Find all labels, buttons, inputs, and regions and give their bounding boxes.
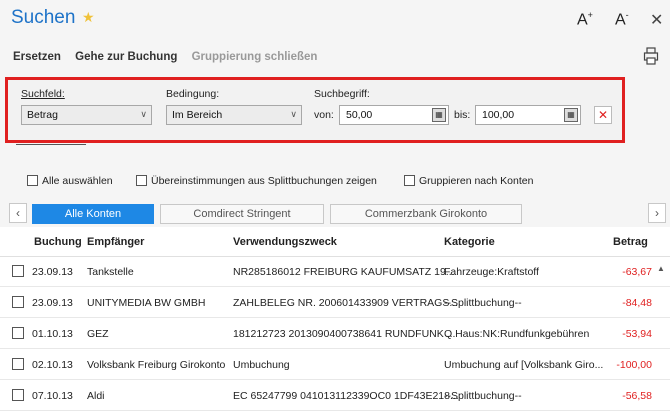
goto-booking-button[interactable]: Gehe zur Buchung [75, 51, 177, 63]
cell-amount: -53,94 [622, 328, 652, 340]
chevron-down-icon: ∨ [140, 109, 147, 119]
table-row[interactable]: 01.10.13 GEZ 181212723 2013090400738641 … [0, 319, 670, 349]
cell-date: 23.09.13 [32, 266, 73, 278]
ungroup-button[interactable]: Gruppierung schließen [192, 51, 318, 63]
search-term-label: Suchbegriff: [314, 88, 370, 100]
cell-category: --Splittbuchung-- [444, 390, 522, 402]
split-matches-label: Übereinstimmungen aus Splittbuchungen ze… [151, 175, 377, 187]
cell-purpose: 181212723 2013090400738641 RUNDFUNK ... [233, 328, 456, 340]
select-all-label: Alle auswählen [42, 175, 113, 187]
condition-label: Bedingung: [166, 88, 220, 100]
table-header: Buchung Empfänger Verwendungszweck Kateg… [0, 227, 670, 257]
tab-scroll-right-icon[interactable]: › [648, 203, 666, 223]
col-date[interactable]: Buchung [34, 236, 82, 248]
close-icon[interactable]: ✕ [650, 10, 663, 30]
account-tabs: ‹ Alle Konten Comdirect Stringent Commer… [0, 203, 670, 225]
search-window: Suchen ★ A+ A- ✕ Ersetzen Gehe zur Buchu… [0, 0, 670, 415]
checkbox[interactable] [404, 175, 415, 186]
to-label: bis: [454, 109, 471, 121]
table-row[interactable]: 23.09.13 Tankstelle NR285186012 FREIBURG… [0, 257, 670, 287]
row-checkbox[interactable] [12, 358, 24, 370]
col-category[interactable]: Kategorie [444, 236, 495, 248]
cell-category: Umbuchung auf [Volksbank Giro... [444, 359, 604, 371]
tab-comdirect[interactable]: Comdirect Stringent [160, 204, 324, 224]
table-row[interactable]: 02.10.13 Volksbank Freiburg Girokonto Um… [0, 350, 670, 380]
condition-value: Im Bereich [172, 109, 223, 121]
search-field-value: Betrag [27, 109, 58, 121]
tab-all-accounts[interactable]: Alle Konten [32, 204, 154, 224]
cell-purpose: EC 65247799 041013112339OC0 1DF43E218... [233, 390, 459, 402]
group-by-account-label: Gruppieren nach Konten [419, 175, 534, 187]
cell-payee: GEZ [87, 328, 109, 340]
calculator-icon[interactable]: ▦ [432, 108, 446, 122]
cell-amount: -84,48 [622, 297, 652, 309]
results-table: Buchung Empfänger Verwendungszweck Kateg… [0, 227, 670, 415]
chevron-down-icon: ∨ [290, 109, 297, 119]
cell-category: Q Haus:NK:Rundfunkgebühren [444, 328, 590, 340]
search-field-select[interactable]: Betrag ∨ [21, 105, 152, 125]
cell-date: 01.10.13 [32, 328, 73, 340]
row-checkbox[interactable] [12, 389, 24, 401]
cell-date: 07.10.13 [32, 390, 73, 402]
cell-date: 02.10.13 [32, 359, 73, 371]
cell-purpose: NR285186012 FREIBURG KAUFUMSATZ 19... [233, 266, 455, 278]
decrease-font-button[interactable]: A- [615, 10, 629, 29]
split-matches-checkbox[interactable]: Übereinstimmungen aus Splittbuchungen ze… [136, 175, 377, 187]
row-checkbox[interactable] [12, 327, 24, 339]
window-title: Suchen [11, 7, 76, 28]
cell-category: Fahrzeuge:Kraftstoff [444, 266, 539, 278]
calculator-icon[interactable]: ▦ [564, 108, 578, 122]
cell-category: --Splittbuchung-- [444, 297, 522, 309]
favorite-star-icon[interactable]: ★ [82, 9, 95, 26]
increase-font-button[interactable]: A+ [577, 10, 593, 29]
table-row[interactable]: 07.10.13 Aldi EC 65247799 041013112339OC… [0, 381, 670, 411]
search-filter-panel: Suchfeld: Betrag ∨ Bedingung: Im Bereich… [5, 77, 625, 143]
toolbar: Ersetzen Gehe zur Buchung Gruppierung sc… [13, 51, 328, 67]
clear-filter-button[interactable]: ✕ [594, 106, 612, 124]
select-all-checkbox[interactable]: Alle auswählen [27, 175, 113, 187]
checkbox[interactable] [136, 175, 147, 186]
print-icon[interactable] [643, 47, 659, 65]
condition-select[interactable]: Im Bereich ∨ [166, 105, 302, 125]
cell-payee: Aldi [87, 390, 105, 402]
cell-amount: -56,58 [622, 390, 652, 402]
col-amount[interactable]: Betrag [613, 236, 648, 248]
cell-amount: -63,67 [622, 266, 652, 278]
cell-payee: Volksbank Freiburg Girokonto [87, 359, 226, 371]
col-purpose[interactable]: Verwendungszweck [233, 236, 337, 248]
row-checkbox[interactable] [12, 265, 24, 277]
search-field-label: Suchfeld: [21, 88, 65, 100]
cell-amount: -100,00 [616, 359, 652, 371]
replace-button[interactable]: Ersetzen [13, 51, 61, 63]
col-payee[interactable]: Empfänger [87, 236, 144, 248]
row-checkbox[interactable] [12, 296, 24, 308]
cell-payee: UNITYMEDIA BW GMBH [87, 297, 206, 309]
cell-purpose: Umbuchung [233, 359, 290, 371]
tab-commerzbank[interactable]: Commerzbank Girokonto [330, 204, 522, 224]
cell-date: 23.09.13 [32, 297, 73, 309]
table-row[interactable]: 23.09.13 UNITYMEDIA BW GMBH ZAHLBELEG NR… [0, 288, 670, 318]
tab-scroll-left-icon[interactable]: ‹ [9, 203, 27, 223]
title-bar: Suchen ★ A+ A- ✕ [0, 0, 670, 40]
group-by-account-checkbox[interactable]: Gruppieren nach Konten [404, 175, 533, 187]
from-label: von: [314, 109, 334, 121]
cell-purpose: ZAHLBELEG NR. 200601433909 VERTRAGS... [233, 297, 459, 309]
cell-payee: Tankstelle [87, 266, 134, 278]
checkbox[interactable] [27, 175, 38, 186]
